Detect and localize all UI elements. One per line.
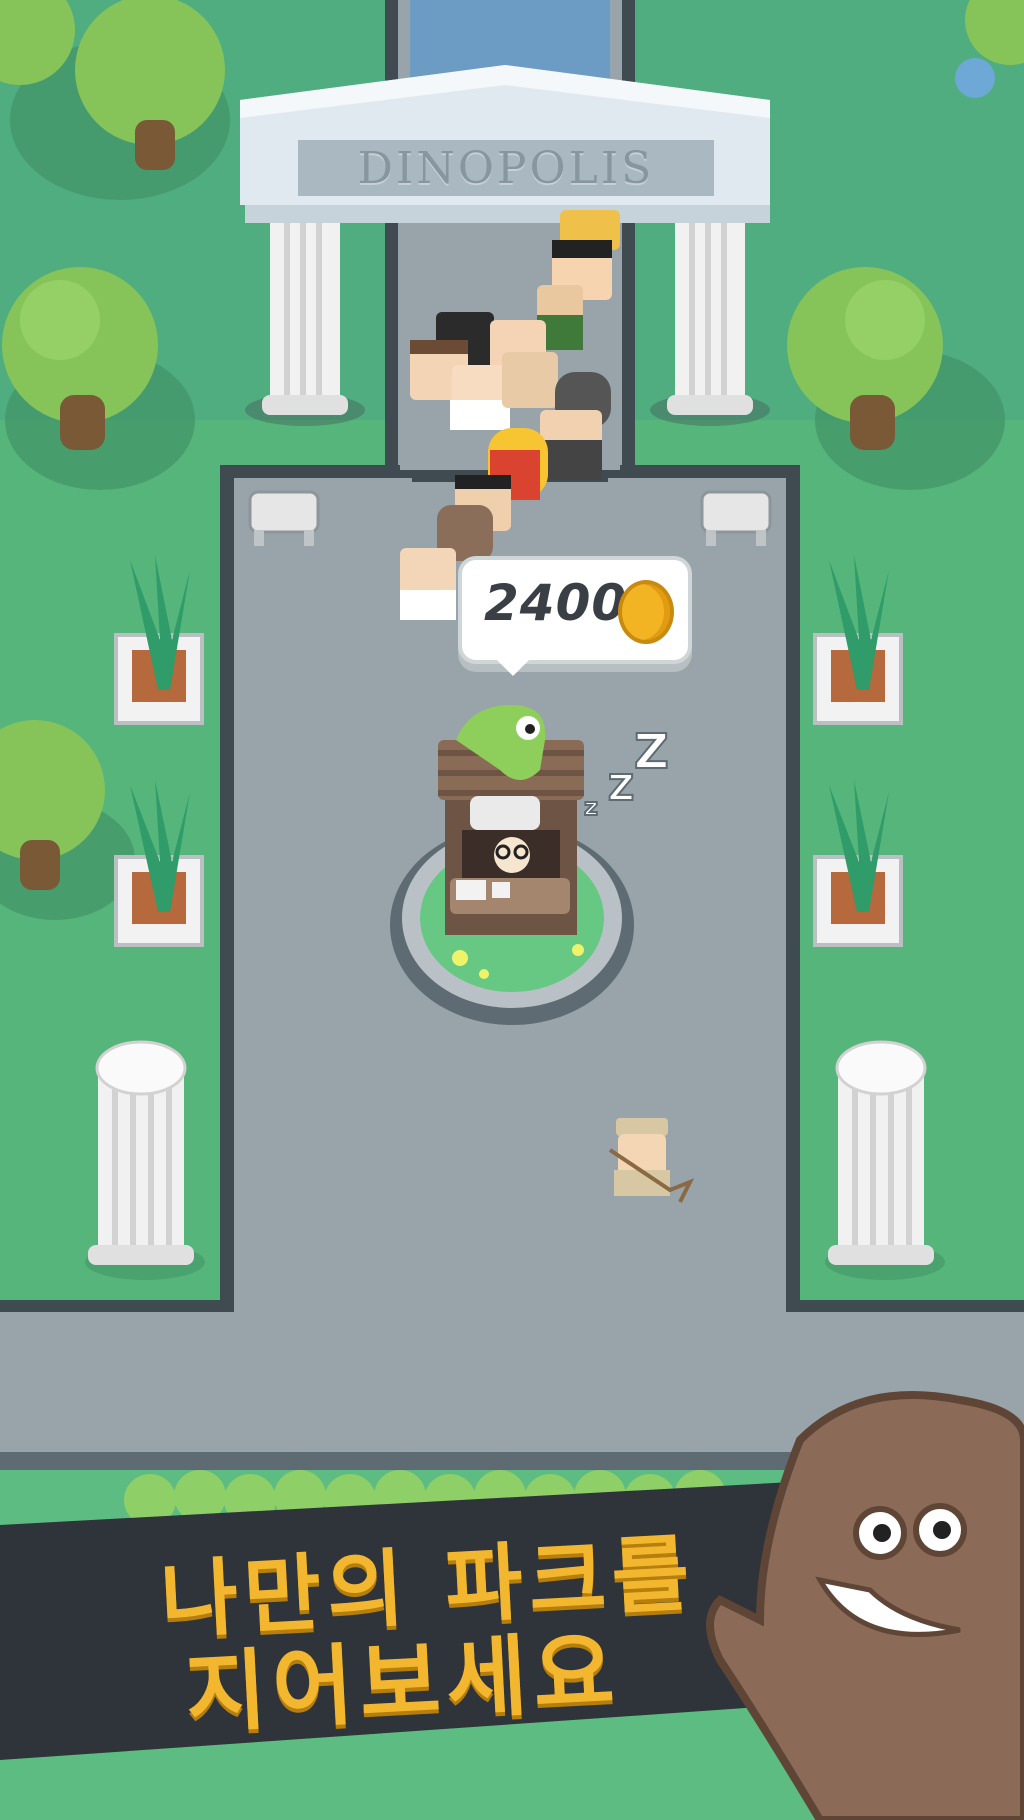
tree-top-left [0,0,230,200]
revenue-bubble[interactable]: 2400 [458,556,692,664]
gate-sign-title: DINOPOLIS [357,142,655,194]
park-scene: Z Z z DINOPOLIS 2400 나만의 파크를 지어보세요 [0,0,1024,1820]
bubble-tail [487,650,539,676]
gold-coin-icon [618,580,674,644]
svg-text:z: z [584,793,598,821]
revenue-amount: 2400 [484,574,628,632]
svg-text:Z: Z [608,768,634,809]
svg-text:Z: Z [634,724,669,780]
banner-line-2: 지어보세요 [182,1619,623,1746]
